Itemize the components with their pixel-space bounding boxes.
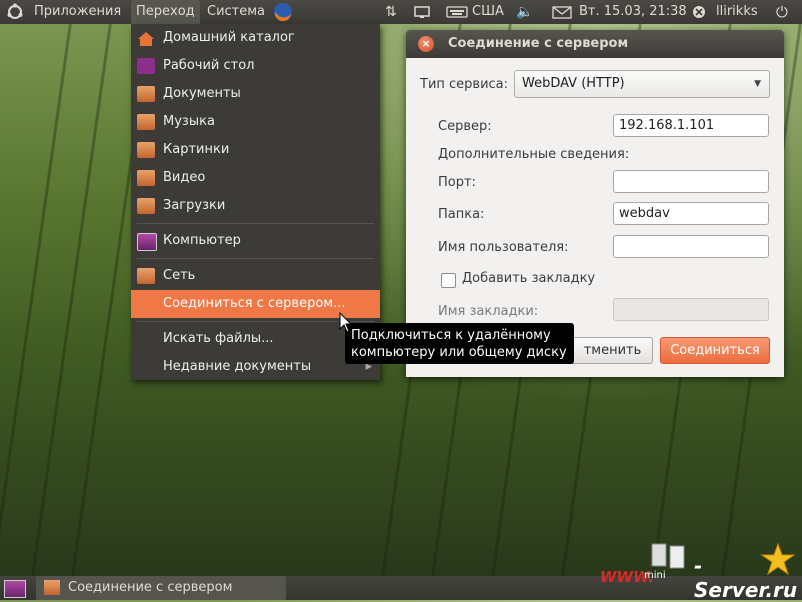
mouse-cursor-icon — [339, 311, 353, 338]
menu-separator — [137, 223, 374, 224]
computer-icon — [137, 233, 157, 251]
clock[interactable]: Вт. 15.03, 21:38 — [579, 0, 687, 24]
bookmark-name-field[interactable] — [613, 298, 769, 321]
menu-item-label: Недавние документы — [163, 359, 312, 374]
folder-label: Папка: — [438, 207, 485, 222]
server-field[interactable]: 192.168.1.101 — [613, 114, 769, 137]
menu-item-label: Соединиться с сервером... — [163, 296, 346, 311]
folder-icon — [44, 580, 60, 595]
bookmark-checkbox[interactable] — [441, 273, 456, 288]
firefox-icon[interactable] — [272, 0, 294, 24]
folder-downloads-icon — [137, 198, 155, 214]
menu-item-label: Домашний каталог — [163, 30, 295, 45]
menu-item-label: Компьютер — [163, 233, 241, 248]
menu-item-recent-documents[interactable]: Недавние документы ▸ — [131, 353, 380, 381]
network-arrows-icon[interactable]: ⇅ — [385, 0, 397, 24]
chevron-down-icon: ▼ — [754, 79, 761, 89]
watermark-logo: WWW. mini -Server.ru — [600, 542, 800, 602]
menu-item-label: Музыка — [163, 114, 215, 129]
port-label: Порт: — [438, 175, 476, 190]
mail-icon[interactable] — [552, 0, 572, 24]
menu-item-video[interactable]: Видео — [131, 164, 380, 192]
user-name[interactable]: llirikks — [716, 0, 758, 24]
username-label: Имя пользователя: — [438, 240, 569, 255]
menu-places[interactable]: Переход — [131, 0, 200, 24]
tooltip: Подключиться к удалённому компьютеру или… — [345, 323, 574, 364]
taskbar-window-title: Соединение с сервером — [68, 580, 233, 595]
home-icon — [137, 30, 155, 46]
folder-documents-icon — [137, 86, 155, 102]
port-field[interactable] — [613, 170, 769, 193]
extra-info-label: Дополнительные сведения: — [438, 147, 630, 162]
folder-field[interactable]: webdav — [613, 202, 769, 225]
menu-item-label: Загрузки — [163, 198, 226, 213]
watermark-server: -Server.ru — [694, 554, 798, 602]
dialog-titlebar[interactable]: × Соединение с сервером — [406, 30, 784, 58]
username-field[interactable] — [613, 235, 769, 258]
keyboard-layout[interactable]: США — [472, 0, 504, 24]
watermark-mini: mini — [644, 570, 666, 581]
display-icon[interactable] — [414, 0, 430, 24]
power-icon[interactable]: ⏻ — [776, 0, 788, 24]
folder-music-icon — [137, 114, 155, 130]
folder-video-icon — [137, 170, 155, 186]
service-type-select[interactable]: WebDAV (HTTP) ▼ — [514, 70, 770, 98]
service-type-value: WebDAV (HTTP) — [522, 76, 625, 91]
menu-item-computer[interactable]: Компьютер — [131, 227, 380, 255]
network-icon — [137, 268, 155, 284]
bookmark-checkbox-label[interactable]: Добавить закладку — [462, 271, 595, 286]
top-panel: Приложения Переход Система ⇅ США 🔈 Вт. 1… — [0, 0, 802, 24]
menu-item-music[interactable]: Музыка — [131, 108, 380, 136]
volume-icon[interactable]: 🔈 — [516, 0, 533, 24]
service-type-label: Тип сервиса: — [420, 77, 509, 92]
menu-item-label: Сеть — [163, 268, 196, 283]
desktop-icon — [137, 58, 155, 74]
menu-item-home[interactable]: Домашний каталог — [131, 24, 380, 52]
user-status-icon[interactable] — [692, 0, 706, 24]
close-icon[interactable]: × — [418, 36, 434, 52]
connect-button[interactable]: Соединиться — [660, 337, 770, 364]
folder-pictures-icon — [137, 142, 155, 158]
server-icon — [651, 543, 685, 569]
menu-system[interactable]: Система — [207, 0, 265, 24]
menu-separator — [137, 258, 374, 259]
keyboard-icon[interactable] — [446, 0, 468, 24]
menu-item-label: Искать файлы... — [163, 331, 274, 346]
menu-item-downloads[interactable]: Загрузки — [131, 192, 380, 220]
menu-item-network[interactable]: Сеть — [131, 262, 380, 290]
server-label: Сервер: — [438, 119, 492, 134]
menu-item-documents[interactable]: Документы — [131, 80, 380, 108]
tooltip-line: Подключиться к удалённому — [351, 328, 551, 343]
menu-item-label: Картинки — [163, 142, 230, 157]
menu-item-label: Рабочий стол — [163, 58, 255, 73]
menu-item-label: Видео — [163, 170, 206, 185]
show-desktop-icon[interactable] — [4, 580, 26, 598]
tooltip-line: компьютеру или общему диску — [351, 345, 567, 360]
menu-item-pictures[interactable]: Картинки — [131, 136, 380, 164]
ubuntu-logo-icon[interactable] — [6, 0, 24, 24]
menu-item-desktop[interactable]: Рабочий стол — [131, 52, 380, 80]
dialog-title: Соединение с сервером — [448, 36, 629, 51]
taskbar-window-button[interactable]: Соединение с сервером — [36, 576, 286, 600]
menu-item-label: Документы — [163, 86, 241, 101]
bookmark-name-label: Имя закладки: — [438, 304, 539, 319]
menu-applications[interactable]: Приложения — [34, 0, 121, 24]
